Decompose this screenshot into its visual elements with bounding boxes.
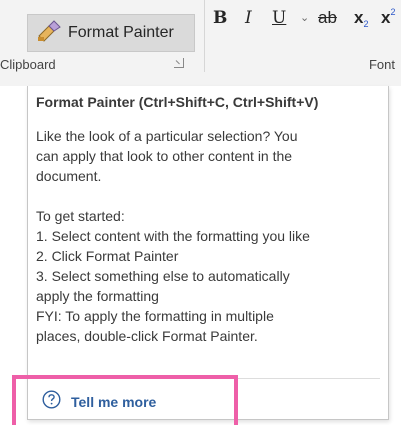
dialog-launcher-icon[interactable]	[174, 58, 184, 68]
tooltip-line: Like the look of a particular selection?…	[36, 128, 298, 144]
format-painter-brush-icon	[36, 19, 62, 47]
tooltip-line: can apply that look to other content in …	[36, 148, 293, 164]
tooltip-line: To get started:	[36, 208, 125, 224]
superscript-button[interactable]: x2	[381, 5, 395, 31]
format-painter-button[interactable]: Format Painter	[27, 14, 195, 52]
underline-dropdown-button[interactable]: ⌄	[300, 5, 309, 31]
format-painter-label: Format Painter	[68, 24, 174, 41]
tooltip-line: 2. Click Format Painter	[36, 248, 179, 264]
tooltip-title: Format Painter (Ctrl+Shift+C, Ctrl+Shift…	[36, 94, 319, 110]
tooltip-line: apply the formatting	[36, 288, 159, 304]
format-painter-tooltip: Format Painter (Ctrl+Shift+C, Ctrl+Shift…	[27, 86, 389, 420]
highlight-annotation-box	[12, 375, 238, 425]
tooltip-line: FYI: To apply the formatting in multiple	[36, 308, 274, 324]
subscript-mark: 2	[363, 19, 369, 29]
tooltip-line: places, double-click Format Painter.	[36, 328, 258, 344]
tooltip-instructions: To get started: 1. Select content with t…	[36, 206, 381, 306]
font-group-label: Font	[368, 57, 395, 72]
subscript-button[interactable]: x2	[354, 5, 368, 31]
tooltip-line: 3. Select something else to automaticall…	[36, 268, 290, 284]
clipboard-group-label: Clipboard	[0, 57, 56, 72]
bold-button[interactable]: B	[213, 5, 227, 31]
tooltip-description: Like the look of a particular selection?…	[36, 126, 381, 186]
tooltip-line: document.	[36, 168, 102, 184]
tooltip-line: 1. Select content with the formatting yo…	[36, 228, 310, 244]
strikethrough-button[interactable]: ab	[318, 5, 337, 31]
ribbon: Format Painter B I U ⌄ ab x2 x2 Clipboar…	[0, 0, 401, 86]
italic-button[interactable]: I	[245, 5, 252, 31]
superscript-mark: 2	[390, 7, 396, 17]
group-separator	[204, 0, 205, 72]
tooltip-fyi: FYI: To apply the formatting in multiple…	[36, 306, 381, 346]
underline-button[interactable]: U	[272, 5, 286, 31]
